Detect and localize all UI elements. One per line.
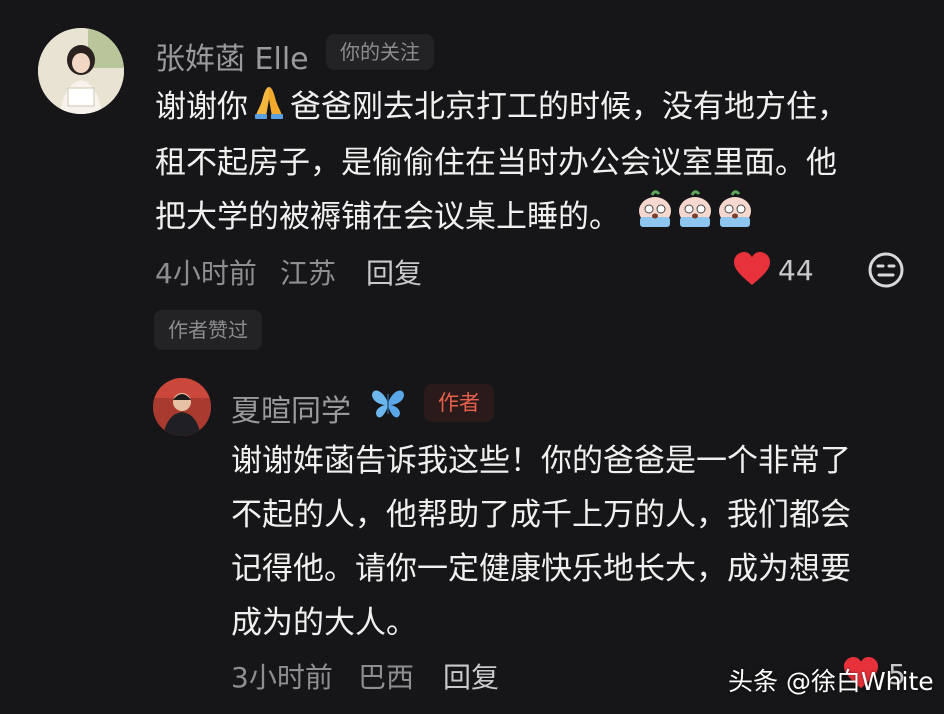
follow-tag: 你的关注 bbox=[326, 34, 434, 70]
reply-location: 巴西 bbox=[358, 661, 415, 694]
comment-time: 4小时前 bbox=[155, 257, 257, 290]
replier-username[interactable]: 夏暄同学 bbox=[231, 386, 351, 430]
like-button[interactable] bbox=[732, 251, 772, 291]
praying-hands-icon bbox=[252, 80, 286, 138]
heart-icon bbox=[734, 252, 770, 285]
like-count: 44 bbox=[778, 254, 814, 287]
comment-text-line-1: 谢谢你 爸爸刚去北京打工的时候，没有地方住， bbox=[155, 78, 848, 138]
avatar-image bbox=[38, 28, 124, 114]
smiley-face-icon bbox=[868, 252, 904, 288]
comment-text-line-3: 把大学的被褥铺在会议桌上睡的。 bbox=[155, 188, 754, 248]
watermark: 头条 @徐白White bbox=[728, 667, 934, 696]
comment-text-segment: 爸爸刚去北京打工的时候，没有地方住， bbox=[290, 89, 848, 125]
commenter-username[interactable]: 张姩菡 Elle bbox=[155, 34, 309, 78]
comment-screen: 张姩菡 Elle 你的关注 谢谢你 爸爸刚去北京打工的时候，没有地方住， 租不起… bbox=[0, 0, 944, 714]
author-tag: 作者 bbox=[424, 384, 494, 422]
crying-face-emoji-icon bbox=[636, 189, 674, 248]
reply-text-line-2: 不起的人，他帮助了成千上万的人，我们都会 bbox=[231, 497, 851, 533]
reply-text-line-1: 谢谢姩菡告诉我这些！你的爸爸是一个非常了 bbox=[231, 443, 851, 479]
emoji-reaction-button[interactable] bbox=[867, 251, 905, 293]
commenter-avatar[interactable] bbox=[38, 28, 124, 114]
replier-avatar[interactable] bbox=[153, 378, 211, 436]
crying-face-emoji-icon bbox=[716, 189, 754, 248]
comment-text-segment: 谢谢你 bbox=[155, 89, 248, 125]
comment-location: 江苏 bbox=[280, 257, 337, 290]
reply-time: 3小时前 bbox=[231, 661, 333, 694]
liked-by-author-badge: 作者赞过 bbox=[154, 310, 262, 350]
reply-text-line-4: 成为的大人。 bbox=[231, 605, 417, 641]
reply-button[interactable]: 回复 bbox=[366, 252, 422, 292]
reply-text-line-3: 记得他。请你一定健康快乐地长大，成为想要 bbox=[231, 551, 851, 587]
crying-face-emoji-icon bbox=[676, 189, 714, 248]
reply-reply-button[interactable]: 回复 bbox=[443, 656, 499, 696]
butterfly-icon bbox=[370, 386, 406, 424]
comment-text-line-2: 租不起房子，是偷偷住在当时办公会议室里面。他 bbox=[155, 145, 837, 181]
comment-text-segment: 把大学的被褥铺在会议桌上睡的。 bbox=[155, 199, 620, 235]
avatar-image bbox=[153, 378, 211, 436]
